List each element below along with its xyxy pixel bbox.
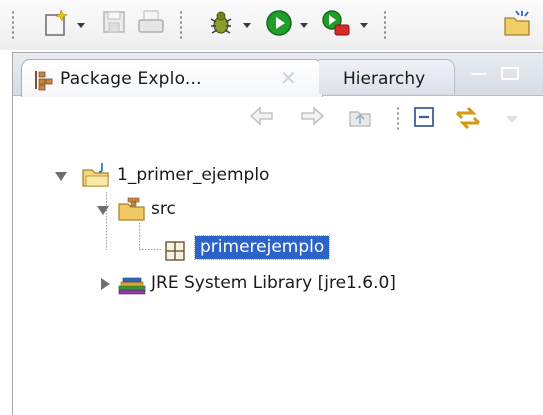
external-tools-icon[interactable] <box>320 8 352 42</box>
forward-icon <box>299 104 325 132</box>
tree-item-jre-library[interactable]: JRE System Library [jre1.6.0] <box>93 270 493 298</box>
package-icon <box>163 239 187 268</box>
close-icon[interactable]: ✕ <box>280 66 297 90</box>
package-label: primerejemplo <box>193 235 331 260</box>
view-menu-icon[interactable] <box>505 110 519 129</box>
toolbar-separator <box>384 10 386 40</box>
view-toolbar <box>13 96 543 138</box>
view-toolbar-separator <box>397 106 399 132</box>
up-icon <box>347 104 373 132</box>
view-tab-bar: Package Explo... ✕ Hierarchy <box>13 53 543 97</box>
jre-library-label: JRE System Library [jre1.6.0] <box>151 273 396 293</box>
expand-toggle-icon[interactable] <box>97 206 109 215</box>
debug-icon[interactable] <box>206 8 236 42</box>
back-icon <box>249 104 275 132</box>
expand-toggle-icon[interactable] <box>55 172 67 181</box>
tab-package-explorer-label: Package Explo... <box>60 69 202 89</box>
expand-toggle-icon[interactable] <box>101 278 110 290</box>
open-type-icon[interactable] <box>502 8 532 42</box>
tab-hierarchy[interactable]: Hierarchy <box>319 59 455 94</box>
source-folder-icon <box>117 196 147 227</box>
save-icon <box>100 8 128 40</box>
package-explorer-icon <box>32 69 54 95</box>
tree-item-package[interactable]: primerejemplo <box>161 235 391 264</box>
tab-package-explorer[interactable]: Package Explo... ✕ <box>21 59 323 97</box>
package-explorer-view: Package Explo... ✕ Hierarchy 1_primer_ej… <box>12 52 543 415</box>
library-icon <box>117 272 147 301</box>
toolbar-separator <box>180 10 182 40</box>
link-with-editor-icon[interactable] <box>453 104 483 136</box>
tree-item-project[interactable]: 1_primer_ejemplo <box>51 162 371 190</box>
toolbar-separator <box>12 10 14 40</box>
tree-item-src[interactable]: src <box>93 196 293 224</box>
run-icon[interactable] <box>264 8 294 42</box>
java-project-icon <box>81 162 111 193</box>
tree-connector <box>139 249 161 250</box>
run-dropdown-icon[interactable] <box>300 23 308 28</box>
debug-dropdown-icon[interactable] <box>243 23 251 28</box>
new-wizard-dropdown-icon[interactable] <box>77 23 85 28</box>
src-label: src <box>151 199 176 219</box>
minimize-icon[interactable] <box>471 73 487 75</box>
new-wizard-icon[interactable] <box>42 8 72 42</box>
tab-hierarchy-label: Hierarchy <box>343 69 426 89</box>
external-tools-dropdown-icon[interactable] <box>360 23 368 28</box>
print-icon <box>136 8 166 40</box>
maximize-icon[interactable] <box>501 67 519 80</box>
collapse-all-icon[interactable] <box>411 104 437 134</box>
project-label: 1_primer_ejemplo <box>117 165 270 185</box>
main-toolbar <box>0 0 543 50</box>
package-tree: 1_primer_ejemplo src primerejemplo JRE S… <box>13 148 543 408</box>
